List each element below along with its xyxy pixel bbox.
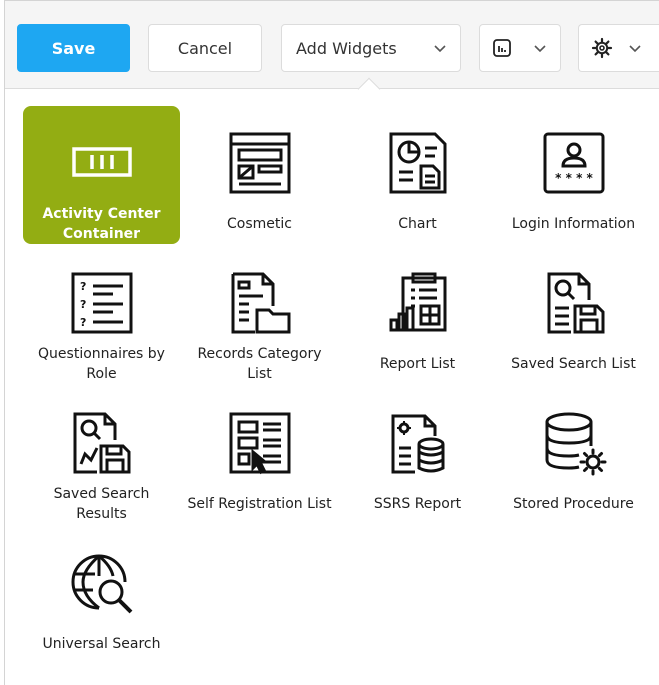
widget-saved-search-list[interactable]: Saved Search List [495, 246, 652, 384]
widget-label: Chart [398, 216, 437, 233]
gear-icon [591, 37, 613, 59]
records-folder-icon [224, 268, 296, 338]
globe-search-icon [66, 548, 138, 619]
widget-label: Stored Procedure [513, 496, 634, 513]
save-button[interactable]: Save [17, 24, 130, 72]
widget-label: Saved Search Results [53, 486, 150, 522]
chevron-down-icon [532, 40, 548, 56]
add-widgets-dropdown[interactable]: Add Widgets [281, 24, 461, 72]
cancel-button[interactable]: Cancel [148, 24, 262, 72]
widget-saved-search-results[interactable]: Saved Search Results [23, 386, 180, 524]
widget-label: Report List [379, 356, 456, 373]
widget-label: Self Registration List [187, 496, 332, 513]
svg-text:?: ? [80, 316, 86, 329]
svg-text:* * * *: * * * * [555, 171, 593, 185]
chart-document-icon [382, 128, 454, 199]
questionnaire-icon: ??? [66, 268, 138, 338]
svg-text:?: ? [80, 280, 86, 293]
widget-label: SSRS Report [373, 496, 462, 513]
settings-dropdown[interactable] [578, 24, 659, 72]
widget-label: Questionnaires by Role [38, 346, 165, 382]
widget-label: Records Category List [197, 346, 322, 382]
container-icon [66, 128, 138, 198]
database-gear-icon [538, 408, 610, 479]
ssrs-report-icon [382, 408, 454, 479]
self-registration-icon [224, 408, 296, 479]
widget-login-information[interactable]: * * * * Login Information [495, 106, 652, 244]
widget-ssrs-report[interactable]: SSRS Report [339, 386, 496, 524]
widget-records-category-list[interactable]: Records Category List [181, 246, 338, 384]
widget-activity-center-container[interactable]: Activity Center Container [23, 106, 180, 244]
saved-search-icon [538, 268, 610, 339]
widget-chart[interactable]: Chart [339, 106, 496, 244]
saved-search-results-icon [66, 408, 138, 478]
widget-label: Cosmetic [227, 216, 292, 233]
widget-self-registration-list[interactable]: Self Registration List [181, 386, 338, 524]
widget-label: Universal Search [42, 636, 161, 653]
login-card-icon: * * * * [538, 128, 610, 199]
widget-universal-search[interactable]: Universal Search [23, 526, 180, 664]
svg-text:?: ? [80, 298, 86, 311]
widget-questionnaires-by-role[interactable]: ??? Questionnaires by Role [23, 246, 180, 384]
chart-options-dropdown[interactable] [479, 24, 561, 72]
widget-stored-procedure[interactable]: Stored Procedure [495, 386, 652, 524]
report-clipboard-icon [382, 268, 454, 339]
toolbar: Save Cancel Add Widgets [5, 1, 659, 89]
widget-report-list[interactable]: Report List [339, 246, 496, 384]
widget-label: Saved Search List [511, 356, 636, 373]
add-widgets-label: Add Widgets [296, 38, 397, 58]
widget-picker-panel: Save Cancel Add Widgets Activity Center … [4, 0, 659, 685]
chevron-down-icon [432, 40, 448, 56]
widget-label: Activity Center Container [42, 206, 161, 242]
widget-cosmetic[interactable]: Cosmetic [181, 106, 338, 244]
layout-icon [224, 128, 296, 199]
bar-chart-icon [492, 38, 512, 58]
widget-label: Login Information [511, 216, 636, 233]
chevron-down-icon [627, 40, 643, 56]
